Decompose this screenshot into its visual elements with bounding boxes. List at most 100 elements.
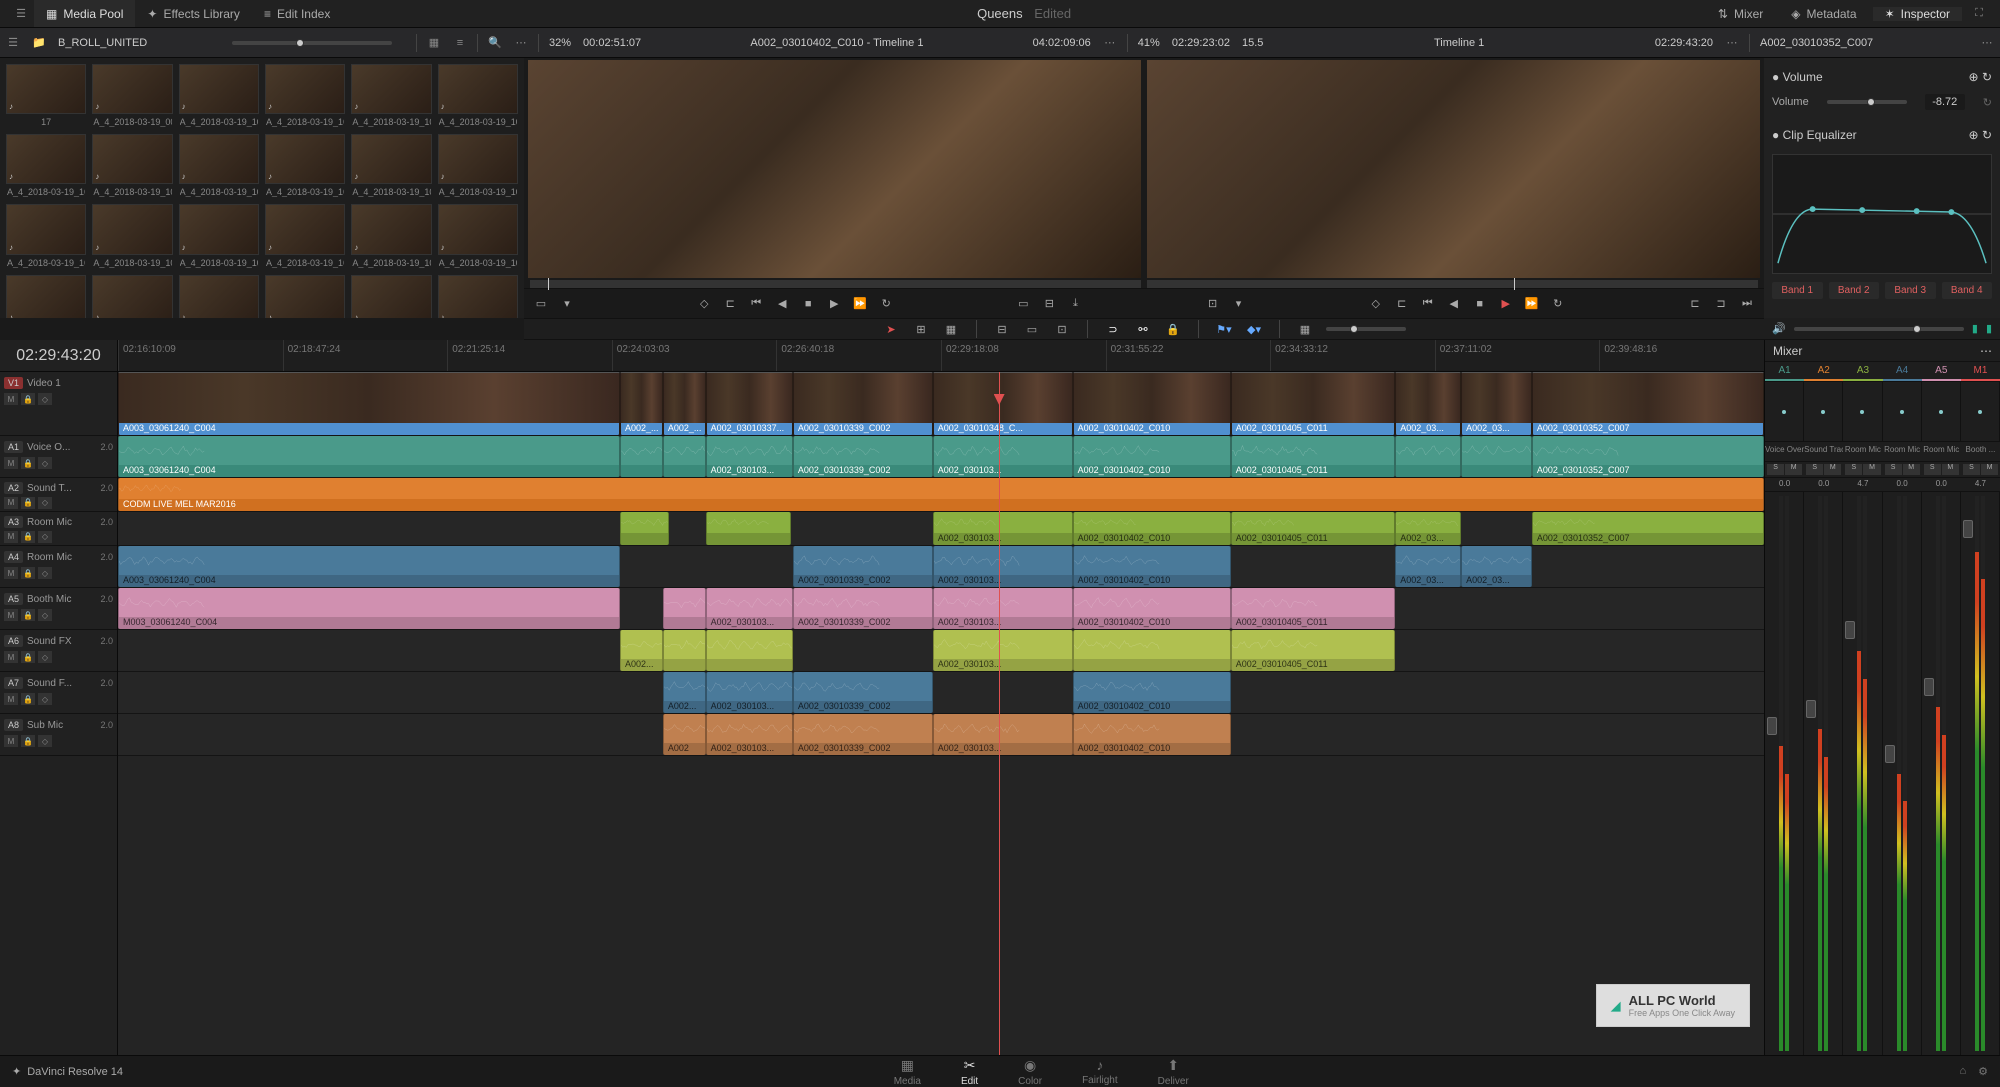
insert-icon[interactable]: ⊟: [1040, 295, 1058, 313]
bin-name[interactable]: B_ROLL_UNITED: [52, 37, 232, 49]
track-tag[interactable]: V1: [4, 377, 23, 389]
timecode-display[interactable]: 02:29:43:20: [0, 340, 118, 372]
track-header[interactable]: A1Voice O...2.0M🔒◇: [0, 436, 117, 478]
last-frame-icon[interactable]: ⏭: [1738, 295, 1756, 313]
fader-handle[interactable]: [1845, 621, 1855, 639]
track-header[interactable]: A8Sub Mic2.0M🔒◇: [0, 714, 117, 756]
clip-thumbnail[interactable]: ♪A_4_2018-03-19_1038_...: [351, 275, 431, 318]
mixer-channel-tab[interactable]: A3: [1843, 362, 1882, 381]
clip[interactable]: A002_03010405_C011: [1231, 630, 1396, 671]
db-value[interactable]: 0.0: [1883, 478, 1922, 491]
chevron-down-icon[interactable]: ▾: [558, 295, 576, 313]
mute-button[interactable]: M: [4, 393, 18, 405]
clip-thumbnail[interactable]: ♪A_4_2018-03-19_1029_...: [438, 204, 518, 254]
timeline-scrubber[interactable]: [1147, 280, 1758, 288]
inspector-tab[interactable]: ✶Inspector: [1873, 7, 1962, 21]
match-frame-icon[interactable]: ◇: [1367, 295, 1385, 313]
play-icon[interactable]: ▶: [1497, 295, 1515, 313]
overwrite-clip-icon[interactable]: ▭: [1023, 320, 1041, 338]
clip[interactable]: A002_03010339_C002: [793, 546, 933, 587]
track[interactable]: CODM LIVE MEL MAR2016: [118, 478, 1764, 512]
clip[interactable]: A002_03010352_C007: [1532, 436, 1764, 477]
loop-icon[interactable]: ↻: [1549, 295, 1567, 313]
eq-graph[interactable]: [1772, 154, 1992, 274]
goto-in-icon[interactable]: ⊏: [1686, 295, 1704, 313]
loop-icon[interactable]: ↻: [877, 295, 895, 313]
source-zoom[interactable]: 32%: [543, 37, 577, 49]
clip[interactable]: [1461, 436, 1532, 477]
magnet-icon[interactable]: ⊃: [1104, 320, 1122, 338]
track[interactable]: A003_03061240_C004A002_03010339_C002A002…: [118, 546, 1764, 588]
clip[interactable]: A002_030103...: [933, 630, 1073, 671]
thumbnail-size-slider[interactable]: [232, 41, 392, 45]
eq-section-header[interactable]: ● Clip Equalizer ⊕ ↻: [1772, 124, 1992, 146]
db-value[interactable]: 0.0: [1804, 478, 1843, 491]
clip[interactable]: A002: [663, 714, 706, 755]
more-icon[interactable]: ⋯: [508, 30, 534, 56]
trim-tool-icon[interactable]: ⊞: [912, 320, 930, 338]
match-frame-icon[interactable]: ◇: [695, 295, 713, 313]
track-tag[interactable]: A8: [4, 719, 23, 731]
clip[interactable]: A002_03010405_C011: [1231, 512, 1396, 545]
mixer-more-icon[interactable]: ⋯: [1980, 344, 1992, 358]
clip-thumbnail[interactable]: ♪A_4_2018-03-19_1025_...: [265, 204, 345, 254]
search-icon[interactable]: 🔍: [482, 30, 508, 56]
clip[interactable]: [663, 588, 706, 629]
mixer-channel-tab[interactable]: A5: [1922, 362, 1961, 381]
chevron-down-icon[interactable]: ▾: [1230, 295, 1248, 313]
solo-button[interactable]: ◇: [38, 735, 52, 747]
prev-frame-icon[interactable]: ◀: [1445, 295, 1463, 313]
clip[interactable]: A002_03010405_C011: [1231, 372, 1396, 435]
clip[interactable]: [706, 630, 793, 671]
clip[interactable]: A002_030103...: [706, 588, 793, 629]
clip[interactable]: A002...: [620, 630, 663, 671]
insert-clip-icon[interactable]: ⊟: [993, 320, 1011, 338]
arrow-tool-icon[interactable]: ➤: [882, 320, 900, 338]
clip-thumbnail[interactable]: ♪A_4_2018-03-19_0095_...: [92, 64, 172, 114]
source-scrubber[interactable]: [530, 280, 1141, 288]
pan-control[interactable]: [1922, 382, 1961, 441]
mixer-channel-tab[interactable]: A2: [1804, 362, 1843, 381]
mark-in-icon[interactable]: ⊏: [1393, 295, 1411, 313]
db-value[interactable]: 4.7: [1843, 478, 1882, 491]
mixer-channel-tab[interactable]: M1: [1961, 362, 2000, 381]
db-value[interactable]: 0.0: [1765, 478, 1804, 491]
track-tag[interactable]: A1: [4, 441, 23, 453]
lock-button[interactable]: 🔒: [21, 497, 35, 509]
clip-thumbnail[interactable]: ♪A_4_2018-03-19_1026_...: [351, 204, 431, 254]
clip[interactable]: A002_03...: [1461, 546, 1532, 587]
clip[interactable]: M003_03061240_C004: [118, 588, 620, 629]
stop-icon[interactable]: ■: [799, 295, 817, 313]
clip-thumbnail[interactable]: ♪A_4_2018-03-19_1005_...: [265, 64, 345, 114]
eq-band-button[interactable]: Band 3: [1885, 282, 1936, 299]
pan-control[interactable]: [1883, 382, 1922, 441]
clip-thumbnail[interactable]: ♪A_4_2018-03-19_1021_...: [6, 204, 86, 254]
db-value[interactable]: 0.0: [1922, 478, 1961, 491]
fader-handle[interactable]: [1924, 678, 1934, 696]
clip-thumbnail[interactable]: ♪A_4_2018-03-19_1024_...: [179, 204, 259, 254]
clip[interactable]: A002_030103...: [933, 512, 1073, 545]
clip[interactable]: [620, 436, 663, 477]
volume-value[interactable]: -8.72: [1925, 94, 1965, 110]
playhead[interactable]: [999, 372, 1000, 1055]
reset-icon[interactable]: ↻: [1982, 70, 1992, 84]
reset-icon[interactable]: ↻: [1982, 128, 1992, 142]
inspector-more-icon[interactable]: ⋯: [1974, 30, 2000, 56]
track[interactable]: A002...A002_030103...A002_03010339_C002A…: [118, 672, 1764, 714]
page-tab-color[interactable]: ◉Color: [1018, 1057, 1042, 1087]
track-tag[interactable]: A6: [4, 635, 23, 647]
track-header[interactable]: A6Sound FX2.0M🔒◇: [0, 630, 117, 672]
clip[interactable]: A002_03010339_C002: [793, 672, 933, 713]
clip-thumbnail[interactable]: ♪A_4_2018-03-19_1008_...: [351, 64, 431, 114]
source-mode-icon[interactable]: ▭: [532, 295, 550, 313]
metadata-tab[interactable]: ◈Metadata: [1779, 7, 1868, 21]
clip-thumbnail[interactable]: ♪A_4_2018-03-19_1001_...: [179, 64, 259, 114]
track[interactable]: A003_03061240_C004A002_...A002_...A002_0…: [118, 372, 1764, 436]
clip[interactable]: A002_03010339_C002: [793, 436, 933, 477]
mixer-tab[interactable]: ⇅Mixer: [1706, 7, 1775, 21]
clip[interactable]: A003_03061240_C004: [118, 372, 620, 435]
clip-thumbnail[interactable]: ♪A_4_2018-03-19_1033_...: [92, 275, 172, 318]
clip[interactable]: A002_03010352_C007: [1532, 512, 1764, 545]
timeline-viewer[interactable]: [1147, 60, 1760, 278]
fader-handle[interactable]: [1806, 700, 1816, 718]
